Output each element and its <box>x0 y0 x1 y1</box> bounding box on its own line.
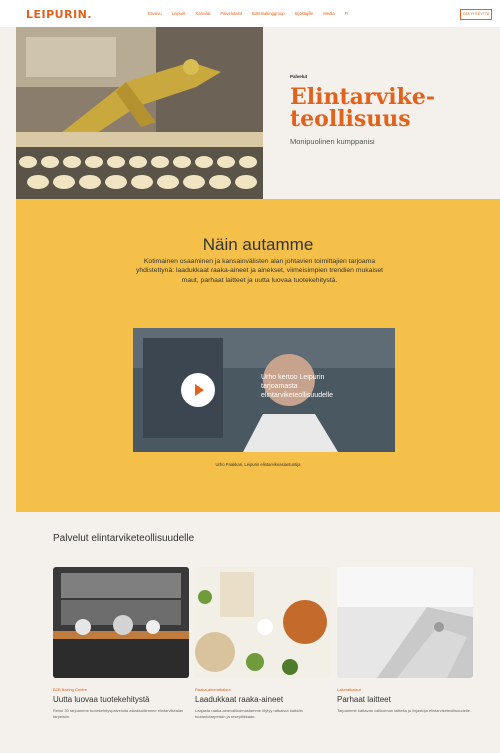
service-card-tag: Laiteratkaisut <box>337 687 361 692</box>
language-selector[interactable]: FI <box>345 11 349 16</box>
nav-item-media[interactable]: Media <box>323 11 334 16</box>
service-card-image <box>337 567 473 678</box>
video-note: Urho Paakkari, Leipurin elintarvikeasian… <box>215 462 301 467</box>
video-caption: Urho kertoo Leipurin tarjoamasta elintar… <box>261 373 333 400</box>
equipment-illustration <box>337 567 473 678</box>
hero-title-line1: Elintarvike- <box>290 84 435 110</box>
hero-subtitle: Monipuolinen kumppanisi <box>290 137 375 146</box>
nav-item-palvelutalot[interactable]: Palvelutalot <box>220 11 242 16</box>
service-card-desc: Tarjoamme kattavan valikoiman laitteita … <box>337 708 472 713</box>
hero-title-line2: teollisuus <box>290 106 411 132</box>
service-card-desc: Reilut 30 tarjoamme tuotekehityspalvelui… <box>53 708 184 719</box>
hero-factory-image <box>16 27 263 199</box>
service-card-tag: Raaka-aineratkaisut <box>195 687 231 692</box>
video-caption-line2: tarjoamasta <box>261 383 298 390</box>
top-navigation-bar: LEIPURIN. Etusivu Leipurit Kahvilat Palv… <box>0 0 500 28</box>
service-card-ingredients[interactable]: Raaka-aineratkaisut Laadukkaat raaka-ain… <box>195 567 331 720</box>
nav-item-b2b[interactable]: B2B Bakinggroup <box>252 11 285 16</box>
service-card-tag: B2B Baking Centre <box>53 687 88 692</box>
video-caption-line1: Urho kertoo Leipurin <box>261 374 325 381</box>
hero-eyebrow: Palvelut <box>290 74 308 79</box>
help-section: Näin autamme Kotimainen osaaminen ja kan… <box>16 199 500 512</box>
help-body: Kotimainen osaaminen ja kansainvälisten … <box>135 258 384 284</box>
factory-illustration <box>16 27 263 199</box>
services-title: Palvelut elintarviketeollisuudelle <box>53 533 195 544</box>
service-card-title[interactable]: Laadukkaat raaka-aineet <box>195 695 331 704</box>
service-card-equipment[interactable]: Laiteratkaisut Parhaat laitteet Tarjoamm… <box>337 567 473 714</box>
video-player[interactable]: Urho kertoo Leipurin tarjoamasta elintar… <box>133 328 395 452</box>
service-card-image <box>53 567 189 678</box>
kitchen-illustration <box>53 567 189 678</box>
nav-item-etusivu[interactable]: Etusivu <box>148 11 162 16</box>
hero-title: Elintarvike- teollisuus <box>290 86 435 130</box>
help-title: Näin autamme <box>202 235 314 254</box>
service-card-title[interactable]: Uutta luovaa tuotekehitystä <box>53 695 189 704</box>
nav-item-kahvilat[interactable]: Kahvilat <box>195 11 210 16</box>
service-card-development[interactable]: B2B Baking Centre Uutta luovaa tuotekehi… <box>53 567 189 720</box>
service-card-image <box>195 567 331 678</box>
nav-item-leipurit[interactable]: Leipurit <box>172 11 186 16</box>
service-card-title[interactable]: Parhaat laitteet <box>337 695 473 704</box>
ingredients-illustration <box>195 567 331 678</box>
main-nav: Etusivu Leipurit Kahvilat Palvelutalot B… <box>148 11 348 16</box>
nav-item-sijoittajille[interactable]: Sijoittajille <box>295 11 314 16</box>
leipurin-logo[interactable]: LEIPURIN. <box>26 8 92 21</box>
service-card-desc: Laajasta raaka-ainevalikoimastamme löyty… <box>195 708 303 719</box>
play-button-icon[interactable] <box>181 373 215 407</box>
video-caption-line3: elintarviketeollisuudelle <box>261 392 333 399</box>
contact-button[interactable]: OTA YHTEYTTÄ <box>460 9 492 20</box>
